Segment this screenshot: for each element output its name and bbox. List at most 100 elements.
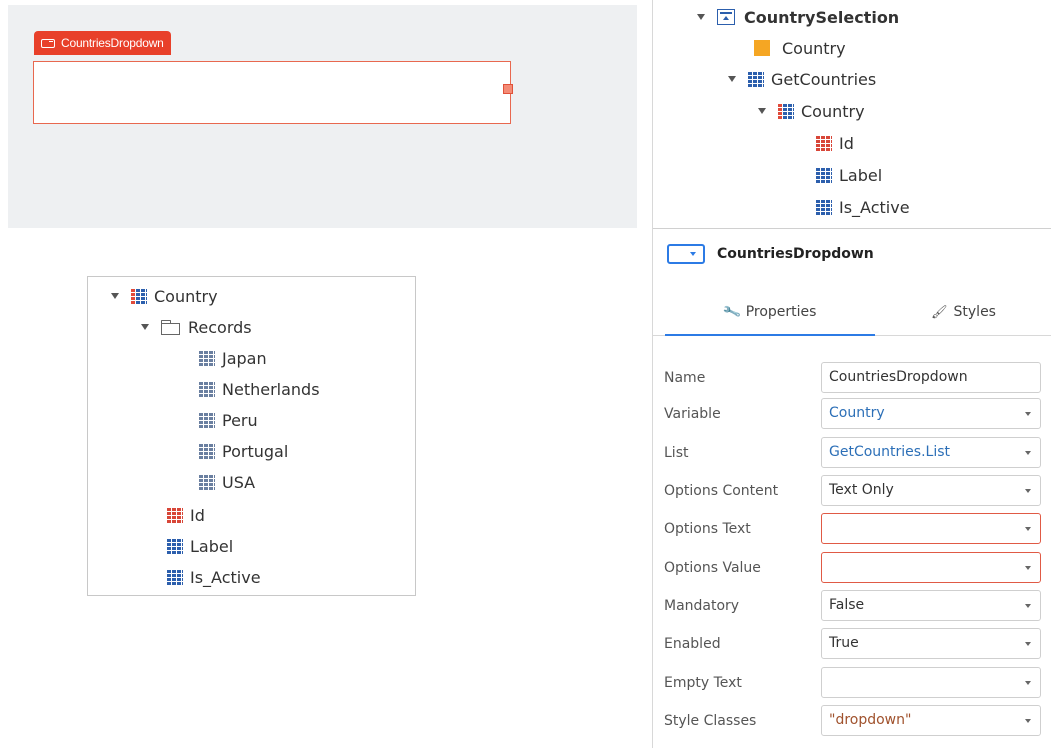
prop-row-enabled: Enabled True [653, 627, 1051, 661]
prop-value: GetCountries.List [829, 444, 951, 460]
tree-item-country[interactable]: Country [111, 285, 218, 307]
active-tab-indicator [665, 334, 875, 336]
tree-item-record[interactable]: Peru [199, 409, 258, 431]
chevron-down-icon [1025, 451, 1031, 455]
aggregate-icon [748, 71, 764, 87]
prop-value: Country [829, 405, 885, 421]
dropdown-widget-preview[interactable] [33, 61, 511, 124]
tree-item-records[interactable]: Records [141, 316, 252, 338]
dropdown-icon [41, 38, 55, 48]
prop-row-options-text: Options Text [653, 512, 1051, 546]
prop-label: Variable [664, 406, 721, 422]
tree-item-aggregate[interactable]: GetCountries [728, 67, 876, 91]
record-icon [199, 381, 215, 397]
tree-item-record[interactable]: Portugal [199, 440, 288, 462]
prop-label: Options Content [664, 483, 779, 499]
tree-item-record[interactable]: Japan [199, 347, 267, 369]
prop-label: Options Text [664, 521, 751, 537]
tree-item-attribute-isactive[interactable]: Is_Active [167, 566, 261, 588]
options-text-select[interactable] [821, 513, 1041, 544]
prop-label: Mandatory [664, 598, 740, 614]
tree-item-label: Country [154, 286, 218, 306]
resize-handle[interactable] [503, 84, 513, 94]
record-icon [199, 350, 215, 366]
tree-item-record[interactable]: USA [199, 471, 255, 493]
variable-icon [754, 40, 770, 56]
chevron-down-icon [1025, 527, 1031, 531]
expand-caret-icon[interactable] [697, 14, 705, 20]
expand-caret-icon[interactable] [758, 108, 766, 114]
tree-item-label: Netherlands [222, 379, 320, 399]
identifier-attribute-icon [816, 135, 832, 151]
tree-item-label: Country [782, 38, 846, 58]
tree-item-label: Id [190, 505, 205, 525]
wrench-icon: 🔧 [721, 302, 742, 322]
prop-label: Empty Text [664, 675, 742, 691]
prop-row-name: Name CountriesDropdown [653, 361, 1051, 395]
list-select[interactable]: GetCountries.List [821, 437, 1041, 468]
prop-label: List [664, 445, 689, 461]
style-classes-select[interactable]: "dropdown" [821, 705, 1041, 736]
prop-value: True [829, 635, 859, 651]
tree-item-label: Is_Active [839, 197, 910, 217]
attribute-icon [167, 538, 183, 554]
prop-label: Enabled [664, 636, 721, 652]
right-panel: CountrySelection Country GetCountries Co… [652, 0, 1051, 748]
tree-item-screen[interactable]: CountrySelection [697, 5, 899, 29]
tab-label: Properties [745, 304, 817, 320]
tree-item-label: Records [188, 317, 252, 337]
prop-row-list: List GetCountries.List [653, 436, 1051, 470]
empty-text-select[interactable] [821, 667, 1041, 698]
chevron-down-icon [1025, 489, 1031, 493]
options-value-select[interactable] [821, 552, 1041, 583]
prop-row-options-value: Options Value [653, 551, 1051, 585]
mandatory-select[interactable]: False [821, 590, 1041, 621]
tree-item-attribute-id[interactable]: Id [816, 131, 854, 155]
attribute-icon [816, 199, 832, 215]
prop-row-options-content: Options Content Text Only [653, 474, 1051, 508]
tree-item-label: GetCountries [771, 69, 877, 89]
properties-tabs: 🔧 Properties 🖌 Styles [653, 288, 1051, 336]
tab-styles[interactable]: 🖌 Styles [875, 288, 1051, 336]
screen-icon [717, 9, 735, 25]
prop-value: False [829, 597, 865, 613]
tree-item-attribute-id[interactable]: Id [167, 504, 205, 526]
prop-row-style-classes: Style Classes "dropdown" [653, 704, 1051, 738]
tree-item-label: Label [190, 536, 234, 556]
widget-tag[interactable]: CountriesDropdown [34, 31, 171, 55]
record-icon [199, 474, 215, 490]
tree-item-attribute-label[interactable]: Label [816, 163, 882, 187]
name-field[interactable]: CountriesDropdown [821, 362, 1041, 393]
tree-item-record[interactable]: Netherlands [199, 378, 320, 400]
tree-item-attribute-isactive[interactable]: Is_Active [816, 195, 910, 219]
expand-caret-icon[interactable] [111, 293, 119, 299]
variable-select[interactable]: Country [821, 398, 1041, 429]
tree-item-label: Label [839, 165, 883, 185]
selected-widget-header: CountriesDropdown [667, 242, 874, 266]
expand-caret-icon[interactable] [141, 324, 149, 330]
tab-label: Styles [953, 304, 996, 320]
panel-divider [653, 228, 1051, 229]
chevron-down-icon [1025, 412, 1031, 416]
folder-icon [161, 320, 180, 335]
tree-item-attribute-label[interactable]: Label [167, 535, 233, 557]
expand-caret-icon[interactable] [728, 76, 736, 82]
entity-icon [778, 103, 794, 119]
identifier-attribute-icon [167, 507, 183, 523]
prop-value: Text Only [829, 482, 894, 498]
tab-properties[interactable]: 🔧 Properties [665, 288, 875, 336]
entity-icon [131, 288, 147, 304]
tree-item-entity[interactable]: Country [758, 99, 865, 123]
tree-item-variable[interactable]: Country [754, 36, 846, 60]
tree-item-label: Country [801, 101, 865, 121]
tree-item-label: USA [222, 472, 256, 492]
record-icon [199, 443, 215, 459]
selected-widget-name: CountriesDropdown [717, 246, 874, 262]
brush-icon: 🖌 [931, 304, 948, 320]
tree-item-label: Peru [222, 410, 258, 430]
enabled-select[interactable]: True [821, 628, 1041, 659]
prop-row-mandatory: Mandatory False [653, 589, 1051, 623]
prop-label: Name [664, 370, 706, 386]
options-content-select[interactable]: Text Only [821, 475, 1041, 506]
widget-tag-label: CountriesDropdown [61, 36, 164, 50]
